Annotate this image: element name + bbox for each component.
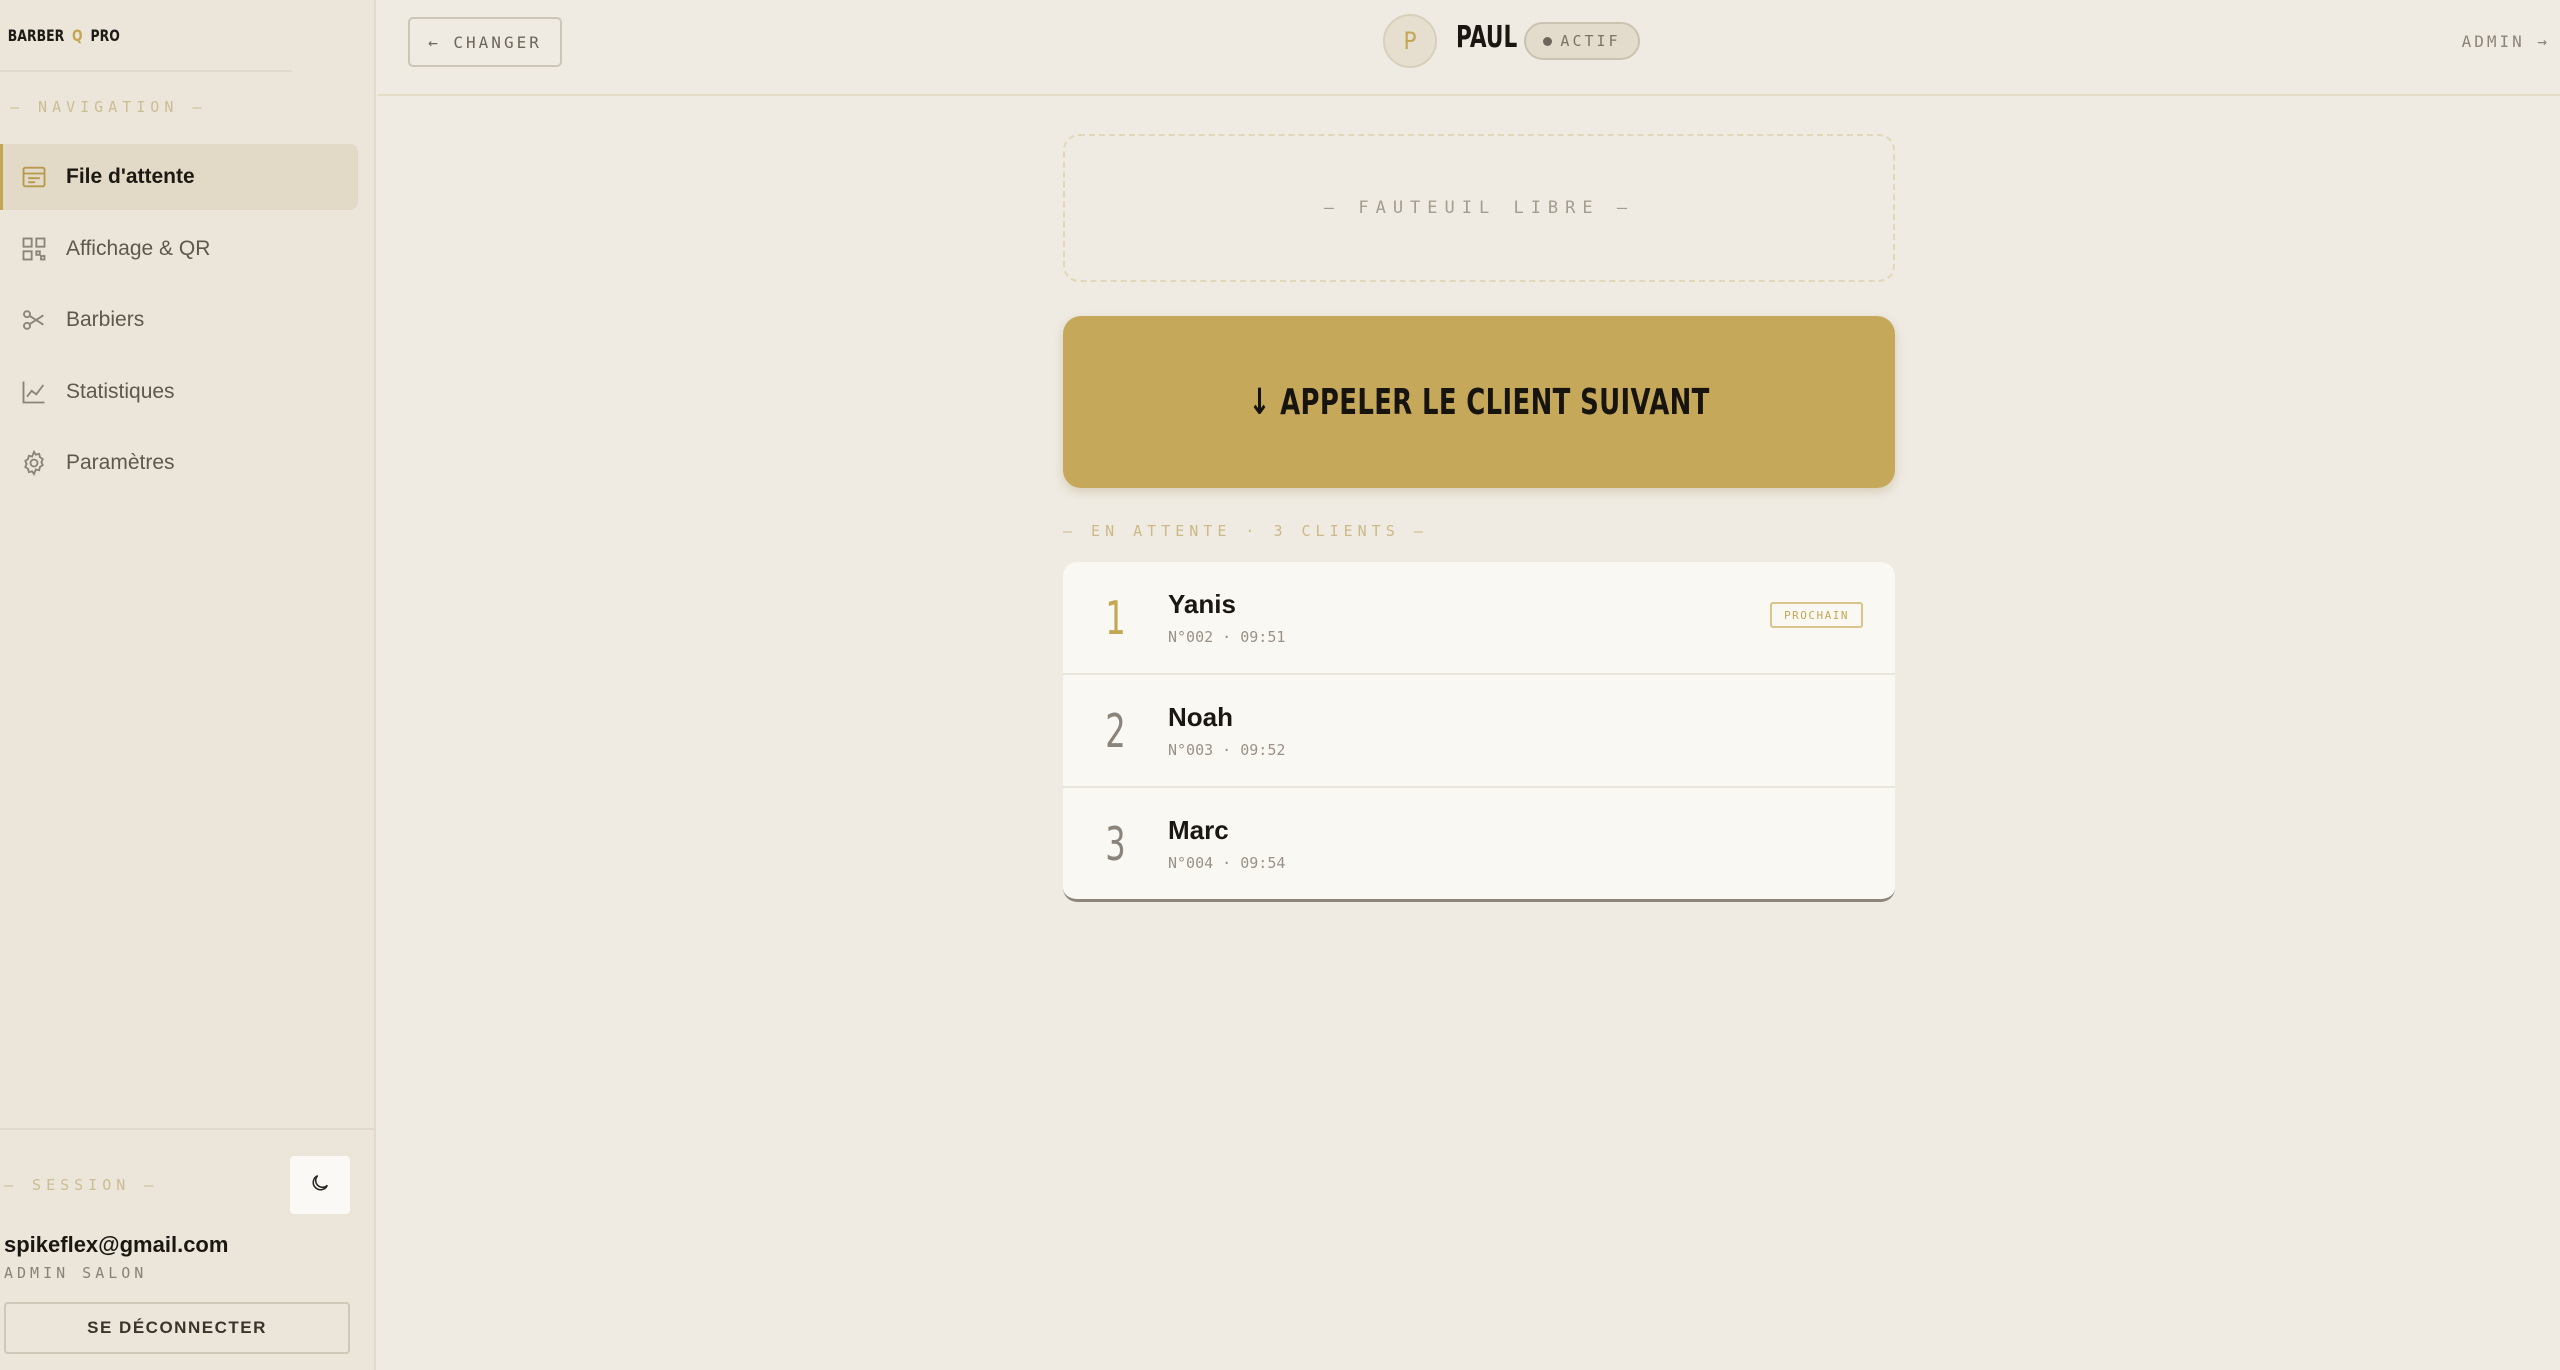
sidebar-item-queue[interactable]: File d'attente <box>0 144 358 210</box>
sidebar-item-label: Paramètres <box>66 451 175 474</box>
queue-list: 1 Yanis N°002 · 09:51 PROCHAIN 2 Noah N°… <box>1063 562 1895 902</box>
queue-row[interactable]: 3 Marc N°004 · 09:54 <box>1063 788 1895 899</box>
session-role: ADMIN SALON <box>4 1264 148 1282</box>
chair-status: — FAUTEUIL LIBRE — <box>1063 134 1895 282</box>
sidebar-item-label: Barbiers <box>66 308 145 331</box>
client-name: Yanis <box>1168 589 1236 619</box>
queue-row[interactable]: 2 Noah N°003 · 09:52 <box>1063 675 1895 788</box>
client-name: Marc <box>1168 815 1229 845</box>
session-email: spikeflex@gmail.com <box>4 1232 229 1257</box>
sidebar-item-statistics[interactable]: Statistiques <box>0 359 358 425</box>
logout-button[interactable]: SE DÉCONNECTER <box>4 1302 350 1354</box>
sidebar-item-barbers[interactable]: Barbiers <box>0 287 358 353</box>
nav-heading: — NAVIGATION — <box>10 98 207 116</box>
brand-mark: Q <box>72 25 83 45</box>
admin-link[interactable]: ADMIN → <box>2462 32 2550 51</box>
sidebar-item-label: Affichage & QR <box>66 236 211 260</box>
status-label: ACTIF <box>1560 32 1621 50</box>
call-next-client-label: ↓ APPELER LE CLIENT SUIVANT <box>1248 381 1710 423</box>
status-dot-icon <box>1543 36 1553 46</box>
brand-logo[interactable]: BARBER Q PRO <box>0 0 292 72</box>
barber-name: PAUL <box>1456 20 1518 55</box>
brand-right: PRO <box>90 25 120 45</box>
queue-heading: — EN ATTENTE · 3 CLIENTS — <box>1063 522 1428 540</box>
scissors-icon <box>20 306 48 334</box>
sidebar-item-settings[interactable]: Paramètres <box>0 430 358 496</box>
change-barber-button[interactable]: ← CHANGER <box>408 17 562 67</box>
next-badge: PROCHAIN <box>1770 602 1863 628</box>
client-ticket-meta: N°004 · 09:54 <box>1168 854 1286 872</box>
qr-grid-icon <box>20 235 48 263</box>
client-ticket-meta: N°003 · 09:52 <box>1168 741 1286 759</box>
client-name: Noah <box>1168 702 1233 732</box>
moon-icon <box>309 1172 331 1199</box>
queue-row[interactable]: 1 Yanis N°002 · 09:51 PROCHAIN <box>1063 562 1895 675</box>
sidebar-nav: File d'attente Affichage & QR Barbiers S… <box>0 144 358 502</box>
theme-toggle-button[interactable] <box>290 1156 350 1214</box>
status-badge[interactable]: ACTIF <box>1524 22 1640 60</box>
queue-position: 2 <box>1105 703 1126 758</box>
brand-left: BARBER <box>7 25 65 45</box>
sidebar: BARBER Q PRO — NAVIGATION — File d'atten… <box>0 0 376 1370</box>
queue-position: 1 <box>1105 590 1126 645</box>
sidebar-item-label: File d'attente <box>66 165 195 188</box>
sidebar-item-display-qr[interactable]: Affichage & QR <box>0 216 358 282</box>
gear-icon <box>20 449 48 477</box>
sidebar-item-label: Statistiques <box>66 379 175 403</box>
avatar: P <box>1383 14 1437 68</box>
queue-position: 3 <box>1105 816 1126 871</box>
session-divider <box>0 1128 374 1130</box>
top-bar: ← CHANGER P PAUL ACTIF ADMIN → <box>378 0 2560 96</box>
session-heading: — SESSION — <box>4 1176 159 1194</box>
call-next-client-button[interactable]: ↓ APPELER LE CLIENT SUIVANT <box>1063 316 1895 488</box>
client-ticket-meta: N°002 · 09:51 <box>1168 628 1286 646</box>
chart-line-icon <box>20 378 48 406</box>
queue-list-icon <box>20 163 48 191</box>
